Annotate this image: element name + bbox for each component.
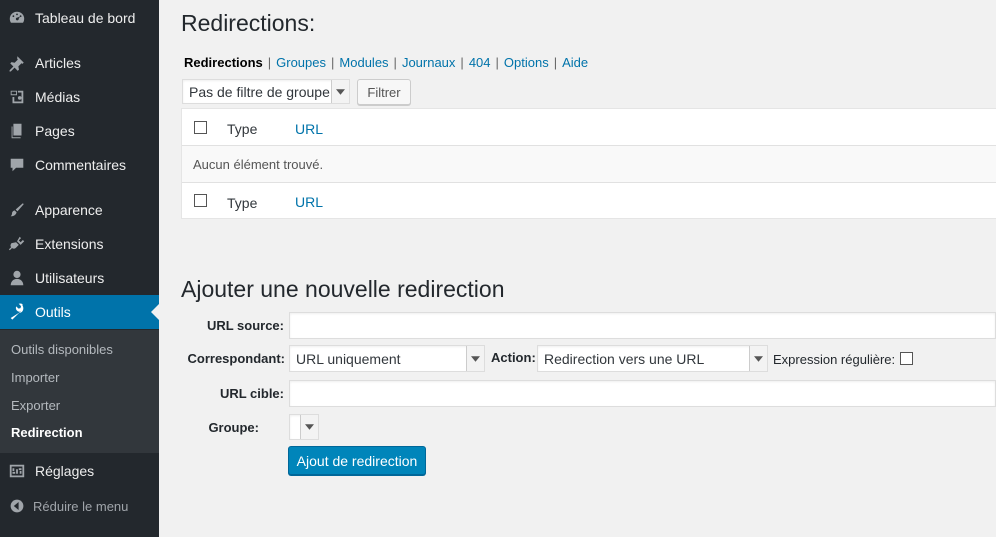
sidebar-item-label: Outils: [35, 304, 71, 320]
regex-checkbox[interactable]: [900, 352, 913, 365]
regex-label: Expression régulière:: [773, 352, 896, 367]
sidebar-item-comments[interactable]: Commentaires: [0, 148, 159, 182]
group-filter-select[interactable]: Pas de filtre de groupe: [182, 79, 350, 104]
match-select[interactable]: URL uniquement: [289, 345, 485, 372]
sidebar-item-medias[interactable]: Médias: [0, 80, 159, 114]
table-footer-row: Type URL: [182, 182, 996, 219]
tab-modules[interactable]: Modules: [339, 55, 388, 70]
plugin-icon: [8, 235, 26, 253]
sidebar-item-articles[interactable]: Articles: [0, 46, 159, 80]
tab-separator: |: [267, 55, 272, 70]
sidebar-item-label: Médias: [35, 89, 81, 105]
target-url-label: URL cible:: [219, 386, 284, 401]
select-all-checkbox[interactable]: [194, 121, 207, 134]
table-header-row: Type URL: [182, 109, 996, 146]
sidebar-item-dashboard[interactable]: Tableau de bord: [0, 1, 159, 35]
sidebar-item-extensions[interactable]: Extensions: [0, 227, 159, 261]
submenu-item-redirection[interactable]: Redirection: [11, 425, 83, 440]
sidebar-item-label: Articles: [35, 55, 81, 71]
collapse-menu-button[interactable]: Réduire le menu: [0, 494, 159, 518]
sidebar-item-label: Pages: [35, 123, 75, 139]
dashboard-icon: [8, 9, 26, 27]
sidebar-item-tools[interactable]: Outils: [0, 295, 159, 329]
chevron-down-icon: [300, 415, 318, 439]
tab-separator: |: [331, 55, 335, 70]
section-tabs: Redirections | Groupes | Modules | Journaux | 40…: [184, 55, 588, 70]
action-label: Action:: [491, 350, 536, 365]
sidebar-item-label: Extensions: [35, 236, 104, 252]
sidebar-item-label: Réglages: [35, 463, 95, 479]
match-label: Correspondant:: [187, 351, 286, 366]
filter-button[interactable]: Filtrer: [357, 79, 411, 105]
brush-icon: [8, 201, 26, 219]
collapse-arrow-icon: [9, 498, 25, 514]
tab-options[interactable]: Options: [504, 55, 549, 70]
tab-help[interactable]: Aide: [562, 55, 588, 70]
tools-submenu: Outils disponibles Importer Exporter Red…: [0, 330, 159, 453]
table-empty-row: Aucun élément trouvé.: [182, 146, 996, 182]
chevron-down-icon: [466, 346, 484, 371]
chevron-down-icon: [331, 80, 349, 103]
sidebar-item-pages[interactable]: Pages: [0, 114, 159, 148]
action-select[interactable]: Redirection vers une URL: [537, 345, 768, 372]
user-icon: [8, 269, 26, 287]
wrench-icon: [8, 303, 26, 321]
sidebar-item-settings[interactable]: Réglages: [0, 454, 159, 488]
sidebar-item-label: Commentaires: [35, 157, 127, 173]
source-url-label: URL source:: [206, 318, 284, 333]
tab-redirections[interactable]: Redirections: [184, 55, 263, 70]
add-redirection-title: Ajouter une nouvelle redirection: [181, 276, 505, 302]
page-icon: [8, 122, 26, 140]
page-title: Redirections:: [181, 10, 316, 36]
group-label: Groupe:: [208, 420, 259, 435]
sidebar-item-label: Apparence: [35, 202, 103, 218]
add-redirection-button[interactable]: Ajout de redirection: [288, 446, 426, 475]
empty-message: Aucun élément trouvé.: [193, 157, 324, 172]
column-footer-url[interactable]: URL: [295, 194, 323, 210]
sidebar-item-label: Tableau de bord: [35, 10, 136, 26]
tab-404[interactable]: 404: [469, 55, 491, 70]
collapse-menu-label: Réduire le menu: [33, 498, 129, 514]
column-header-type: Type: [227, 121, 258, 137]
column-footer-type: Type: [227, 195, 258, 211]
submenu-item-available-tools[interactable]: Outils disponibles: [11, 342, 113, 357]
settings-icon: [8, 462, 26, 480]
select-all-checkbox-footer[interactable]: [194, 194, 207, 207]
submenu-item-import[interactable]: Importer: [11, 370, 59, 385]
tab-separator: |: [553, 55, 558, 70]
target-url-input[interactable]: [289, 380, 996, 407]
group-filter-value: Pas de filtre de groupe: [189, 83, 330, 100]
tab-groups[interactable]: Groupes: [276, 55, 326, 70]
chevron-down-icon: [749, 346, 767, 371]
tab-separator: |: [393, 55, 397, 70]
sidebar-item-label: Utilisateurs: [35, 270, 105, 286]
comment-icon: [8, 156, 26, 174]
pushpin-icon: [8, 54, 26, 72]
match-value: URL uniquement: [296, 350, 401, 367]
sidebar-item-appearance[interactable]: Apparence: [0, 193, 159, 227]
media-icon: [8, 88, 26, 106]
redirections-table: Type URL Aucun élément trouvé. Type URL: [181, 108, 996, 219]
tab-logs[interactable]: Journaux: [402, 55, 455, 70]
tab-separator: |: [460, 55, 464, 70]
column-header-url[interactable]: URL: [295, 121, 323, 137]
tab-separator: |: [495, 55, 499, 70]
source-url-input[interactable]: [289, 312, 996, 339]
admin-sidebar: Tableau de bord Articles Médias Pages Co…: [0, 0, 159, 537]
action-value: Redirection vers une URL: [544, 350, 705, 367]
group-select[interactable]: [289, 414, 319, 440]
submenu-item-export[interactable]: Exporter: [11, 398, 60, 413]
sidebar-item-users[interactable]: Utilisateurs: [0, 261, 159, 295]
